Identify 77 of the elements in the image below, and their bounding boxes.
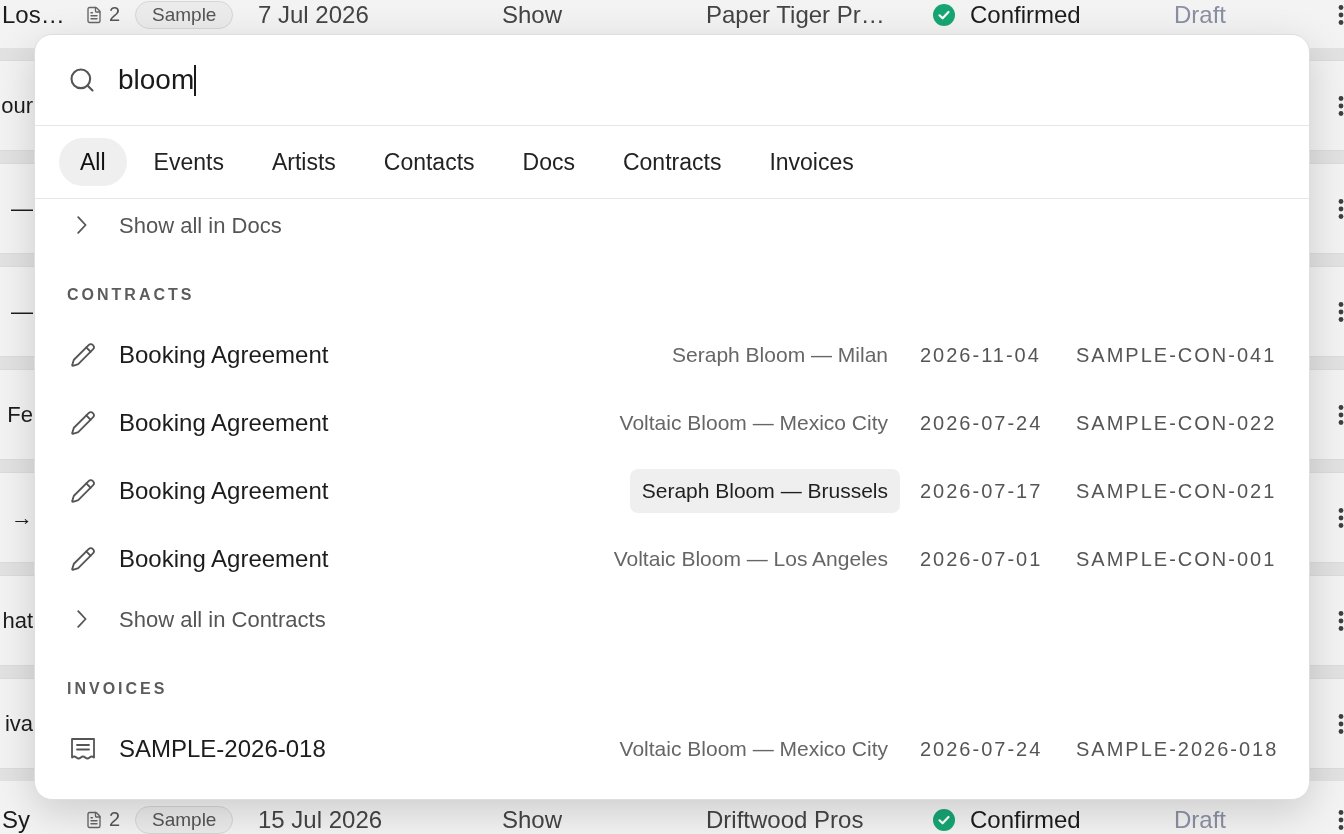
filter-tab[interactable]: Contacts	[362, 138, 496, 186]
vertical-ellipsis-icon[interactable]	[1338, 404, 1344, 425]
result-reference: SAMPLE-2026-018	[1076, 737, 1276, 762]
draft-label: Draft	[1174, 0, 1227, 29]
event-date: 15 Jul 2026	[258, 805, 384, 834]
result-title[interactable]: Booking Agreement	[119, 337, 661, 373]
result-date: 2026-07-01	[920, 547, 1044, 572]
pencil-icon	[70, 478, 96, 504]
result-reference: SAMPLE-CON-041	[1076, 343, 1276, 368]
event-name: hat	[2, 607, 33, 635]
chevron-right-icon	[77, 610, 87, 628]
result-subtitle: Seraph Bloom — Brussels	[629, 469, 900, 513]
filter-tab[interactable]: Contracts	[601, 138, 743, 186]
event-name: Sy	[1, 805, 31, 834]
check-circle-icon	[933, 808, 955, 831]
result-title[interactable]: Booking Agreement	[119, 541, 602, 577]
section-heading: INVOICES	[67, 679, 169, 699]
event-name: —	[11, 195, 33, 223]
event-type: Show	[502, 0, 564, 29]
pencil-icon	[70, 546, 96, 572]
result-date: 2026-07-24	[920, 411, 1044, 436]
show-all-button[interactable]: Show all in Contracts	[35, 593, 1309, 645]
show-all-button[interactable]: Show all in Docs	[35, 199, 1309, 251]
vertical-ellipsis-icon[interactable]	[1338, 301, 1344, 322]
document-count: 2	[109, 2, 121, 27]
event-name: iva	[4, 710, 33, 738]
vertical-ellipsis-icon[interactable]	[1338, 198, 1344, 219]
event-name: —	[11, 298, 33, 326]
result-subtitle: Voltaic Bloom — Los Angeles	[612, 546, 889, 573]
vertical-ellipsis-icon[interactable]	[1338, 507, 1344, 528]
result-date: 2026-07-24	[920, 737, 1044, 762]
result-subtitle: Voltaic Bloom — Mexico City	[618, 736, 889, 763]
sample-tag: Sample	[135, 0, 234, 29]
event-name: Los…	[1, 0, 66, 29]
filter-tab[interactable]: Docs	[501, 138, 596, 186]
result-reference: SAMPLE-CON-021	[1076, 479, 1276, 504]
pencil-icon	[70, 342, 96, 368]
pencil-icon	[70, 410, 96, 436]
event-name: Fe	[7, 401, 33, 429]
search-icon	[68, 66, 96, 94]
vertical-ellipsis-icon[interactable]	[1338, 713, 1344, 734]
result-date: 2026-07-17	[920, 479, 1044, 504]
sample-tag: Sample	[135, 805, 234, 834]
result-title[interactable]: Booking Agreement	[119, 473, 630, 509]
status-label: Confirmed	[970, 0, 1081, 29]
event-name: our	[1, 92, 33, 120]
result-title[interactable]: Booking Agreement	[119, 405, 608, 441]
vertical-ellipsis-icon[interactable]	[1338, 95, 1344, 116]
vertical-ellipsis-icon[interactable]	[1338, 4, 1344, 25]
result-date: 2026-11-04	[920, 343, 1042, 368]
event-type: Show	[502, 805, 564, 834]
check-circle-icon	[933, 3, 955, 26]
document-icon	[85, 5, 103, 24]
text-cursor	[194, 64, 197, 96]
event-date: 7 Jul 2026	[258, 0, 370, 29]
result-reference: SAMPLE-CON-022	[1076, 411, 1276, 436]
event-name: →	[11, 504, 33, 532]
result-reference: SAMPLE-CON-001	[1076, 547, 1276, 572]
document-icon	[85, 810, 103, 829]
promoter-name: Paper Tiger Pr…	[706, 0, 886, 29]
section-heading: CONTRACTS	[67, 285, 196, 305]
promoter-name: Driftwood Pros	[706, 805, 865, 834]
vertical-ellipsis-icon[interactable]	[1338, 610, 1344, 631]
status-label: Confirmed	[970, 805, 1081, 834]
filter-tab[interactable]: Events	[132, 138, 245, 186]
receipt-icon	[70, 737, 96, 761]
search-input[interactable]: bloom	[118, 59, 195, 101]
filter-tab[interactable]: Invoices	[748, 138, 875, 186]
result-subtitle: Seraph Bloom — Milan	[671, 342, 889, 369]
vertical-ellipsis-icon[interactable]	[1338, 809, 1344, 830]
filter-tab[interactable]: All	[59, 138, 127, 186]
filter-tab[interactable]: Artists	[250, 138, 357, 186]
document-count: 2	[109, 807, 121, 832]
result-subtitle: Voltaic Bloom — Mexico City	[618, 410, 889, 437]
draft-label: Draft	[1174, 805, 1227, 834]
chevron-right-icon	[77, 216, 87, 234]
result-title[interactable]: SAMPLE-2026-018	[119, 731, 608, 767]
